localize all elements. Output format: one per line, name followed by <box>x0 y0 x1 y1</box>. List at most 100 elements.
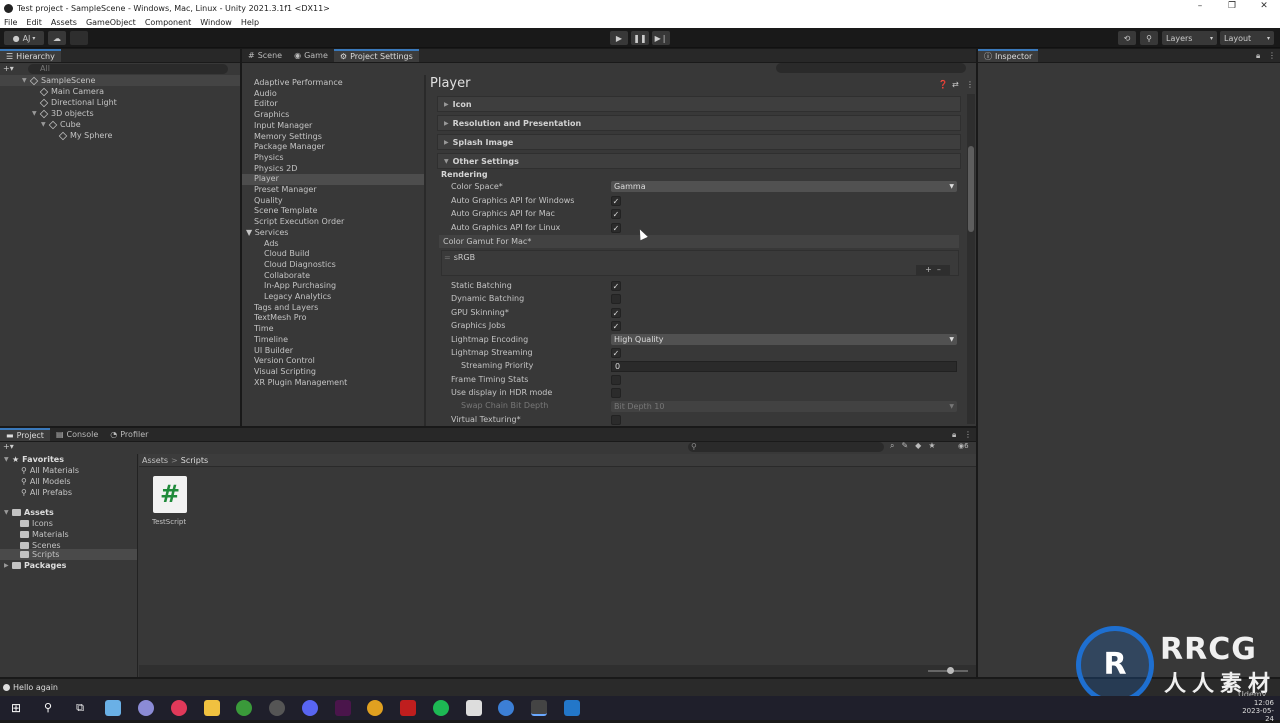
folder-scripts[interactable]: Scripts <box>20 549 59 560</box>
discord-icon[interactable] <box>302 700 318 716</box>
tab-console[interactable]: ▤ Console <box>50 428 104 441</box>
settings-category-physics[interactable]: Physics <box>254 152 284 163</box>
settings-category-cloud-build[interactable]: Cloud Build <box>264 248 309 259</box>
icon-size-slider[interactable] <box>928 667 968 674</box>
hierarchy-search-input[interactable]: All <box>28 64 228 74</box>
settings-category-editor[interactable]: Editor <box>254 98 278 109</box>
app-icon[interactable] <box>105 700 121 716</box>
tab-project-settings[interactable]: ⚙ Project Settings <box>333 49 419 62</box>
section-resolution[interactable]: ▶ Resolution and Presentation <box>437 115 961 131</box>
unity-editor-icon[interactable] <box>531 700 547 716</box>
collab-icon[interactable] <box>70 31 88 45</box>
virtual-texturing-checkbox[interactable] <box>611 415 621 425</box>
spotify-icon[interactable] <box>433 700 449 716</box>
lock-icon[interactable]: 🔒︎ <box>1256 51 1260 61</box>
project-menu-icon[interactable]: ⋮ <box>964 430 972 439</box>
settings-category-audio[interactable]: Audio <box>254 88 277 99</box>
inspector-menu-icon[interactable]: ⋮ <box>1268 51 1276 60</box>
search-icon[interactable]: ⚲ <box>40 700 56 716</box>
hierarchy-item-cube[interactable]: ▼ Cube <box>41 119 81 130</box>
tab-profiler[interactable]: ◔ Profiler <box>104 428 154 441</box>
settings-category-timeline[interactable]: Timeline <box>254 334 288 345</box>
app-icon[interactable] <box>138 700 154 716</box>
color-space-dropdown[interactable]: Gamma ▼ <box>611 181 957 192</box>
settings-category-adaptive-performance[interactable]: Adaptive Performance <box>254 77 343 88</box>
settings-scrollbar[interactable] <box>967 94 975 424</box>
hierarchy-item-my-sphere[interactable]: My Sphere <box>58 130 112 141</box>
add-icon[interactable]: + <box>925 265 932 274</box>
search-icon[interactable]: ⚲ <box>1140 31 1158 45</box>
history-icon[interactable]: ⟲ <box>1118 31 1136 45</box>
slack-icon[interactable] <box>335 700 351 716</box>
app-icon[interactable] <box>498 700 514 716</box>
minimize-button[interactable]: – <box>1185 1 1215 11</box>
breadcrumb-assets[interactable]: Assets <box>142 456 168 465</box>
settings-category-input-manager[interactable]: Input Manager <box>254 120 312 131</box>
lightmap-encoding-dropdown[interactable]: High Quality ▼ <box>611 334 957 345</box>
settings-category-time[interactable]: Time <box>254 323 274 334</box>
file-explorer-icon[interactable] <box>204 700 220 716</box>
packages-header[interactable]: ▶ Packages <box>4 560 66 571</box>
hdr-display-checkbox[interactable] <box>611 388 621 398</box>
windows-start-icon[interactable]: ⊞ <box>8 700 24 716</box>
tab-project[interactable]: ▬ Project <box>0 428 50 441</box>
settings-category-cloud-diagnostics[interactable]: Cloud Diagnostics <box>264 259 336 270</box>
tab-scene[interactable]: # Scene <box>242 49 288 62</box>
menu-file[interactable]: File <box>4 18 17 27</box>
auto-api-mac-checkbox[interactable]: ✓ <box>611 209 621 219</box>
settings-category-scene-template[interactable]: Scene Template <box>254 205 317 216</box>
breadcrumb-scripts[interactable]: Scripts <box>181 456 208 465</box>
hierarchy-item-directional-light[interactable]: Directional Light <box>39 97 117 108</box>
help-icon[interactable]: ❓ <box>938 80 948 89</box>
settings-category-physics-2d[interactable]: Physics 2D <box>254 163 297 174</box>
favorite-all-models[interactable]: ⚲ All Models <box>21 476 71 487</box>
settings-category-ads[interactable]: Ads <box>264 238 279 249</box>
clock[interactable]: 12:06 2023-05-24 <box>1238 699 1274 723</box>
tab-game[interactable]: ◉ Game <box>288 49 334 62</box>
settings-category-services[interactable]: ▼ Services <box>246 227 288 238</box>
settings-category-version-control[interactable]: Version Control <box>254 355 315 366</box>
vscode-icon[interactable] <box>564 700 580 716</box>
preset-icon[interactable]: ⇄ <box>952 80 959 89</box>
csharp-script-icon[interactable]: # <box>153 476 187 513</box>
settings-category-textmesh-pro[interactable]: TextMesh Pro <box>254 312 306 323</box>
settings-category-xr-plugin-management[interactable]: XR Plugin Management <box>254 377 347 388</box>
settings-search-input[interactable] <box>776 63 966 73</box>
task-view-icon[interactable]: ⧉ <box>72 700 88 716</box>
section-other-settings[interactable]: ▼ Other Settings <box>437 153 961 169</box>
filezilla-icon[interactable] <box>400 700 416 716</box>
remove-icon[interactable]: – <box>937 265 941 274</box>
menu-edit[interactable]: Edit <box>26 18 42 27</box>
project-filter-icons[interactable]: ⌕✎◆★ <box>890 441 943 451</box>
settings-category-graphics[interactable]: Graphics <box>254 109 289 120</box>
scrollbar-thumb[interactable] <box>968 146 974 232</box>
favorite-all-materials[interactable]: ⚲ All Materials <box>21 465 79 476</box>
settings-category-package-manager[interactable]: Package Manager <box>254 141 325 152</box>
settings-category-preset-manager[interactable]: Preset Manager <box>254 184 317 195</box>
step-button[interactable]: ▶❘ <box>652 31 670 45</box>
tab-hierarchy[interactable]: ☰ Hierarchy <box>0 49 61 62</box>
project-lock-icon[interactable]: 🔒︎ <box>952 430 956 440</box>
cloud-icon[interactable]: ☁ <box>48 31 66 45</box>
settings-category-collaborate[interactable]: Collaborate <box>264 270 310 281</box>
status-message[interactable]: Hello again <box>13 683 58 692</box>
menu-gameobject[interactable]: GameObject <box>86 18 136 27</box>
app-icon[interactable] <box>269 700 285 716</box>
folder-materials[interactable]: Materials <box>20 529 69 540</box>
auto-api-windows-checkbox[interactable]: ✓ <box>611 196 621 206</box>
pause-button[interactable]: ❚❚ <box>631 31 649 45</box>
graphics-jobs-checkbox[interactable]: ✓ <box>611 321 621 331</box>
menu-help[interactable]: Help <box>241 18 259 27</box>
hierarchy-item-3d-objects[interactable]: ▼ 3D objects <box>32 108 94 119</box>
dynamic-batching-checkbox[interactable] <box>611 294 621 304</box>
settings-category-visual-scripting[interactable]: Visual Scripting <box>254 366 316 377</box>
folder-icons[interactable]: Icons <box>20 518 53 529</box>
layout-dropdown[interactable]: Layout ▾ <box>1220 31 1274 45</box>
section-splash-image[interactable]: ▶ Splash Image <box>437 134 961 150</box>
auto-api-linux-checkbox[interactable]: ✓ <box>611 223 621 233</box>
gpu-skinning-checkbox[interactable]: ✓ <box>611 308 621 318</box>
settings-category-script-execution-order[interactable]: Script Execution Order <box>254 216 344 227</box>
file-testscript-label[interactable]: TestScript <box>152 518 186 526</box>
layers-dropdown[interactable]: Layers ▾ <box>1162 31 1217 45</box>
settings-category-tags-and-layers[interactable]: Tags and Layers <box>254 302 318 313</box>
